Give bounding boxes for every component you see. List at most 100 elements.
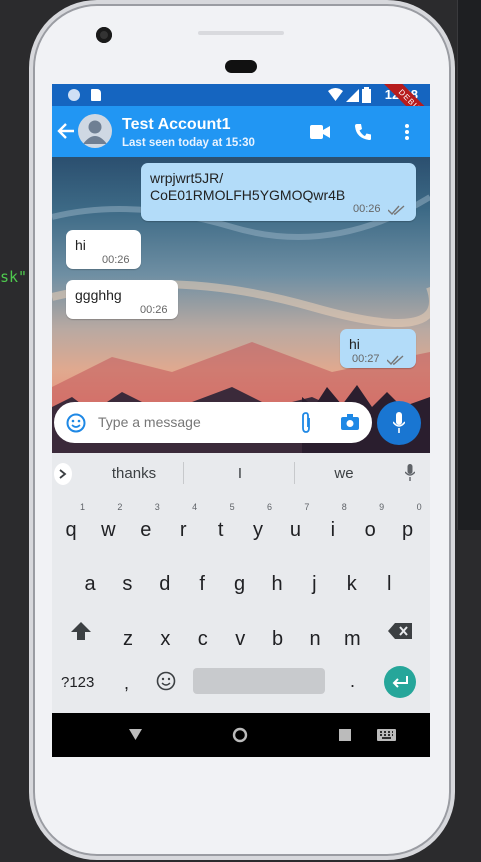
suggestion[interactable]: I (200, 465, 280, 482)
key-label: a (84, 573, 96, 595)
key-hint: 4 (192, 502, 198, 512)
key-g[interactable]: g (225, 559, 255, 607)
mic-icon (393, 412, 405, 433)
key-label: w (101, 519, 116, 541)
key-m[interactable]: m (337, 614, 367, 662)
mic-button[interactable] (377, 401, 421, 445)
message-bubble-incoming[interactable]: hi 00:26 (66, 230, 141, 269)
notification-dot-icon (68, 89, 80, 101)
key-a[interactable]: a (75, 559, 105, 607)
emoji-key-icon[interactable] (156, 671, 176, 691)
key-d[interactable]: d (150, 559, 180, 607)
message-composer (54, 402, 372, 443)
soft-keyboard: thanks I we q1w2e3r4t5y6u7i8o9p0 asdfghj… (52, 453, 430, 713)
message-bubble-outgoing[interactable]: wrpjwrt5JR/ CoE01RMOLFH5YGMOQwr4B 00:26 (141, 163, 416, 221)
message-text: ggghhg (75, 287, 122, 303)
key-j[interactable]: j (299, 559, 329, 607)
chevron-right-icon (59, 469, 67, 479)
navigation-bar (52, 713, 430, 757)
nav-back-icon[interactable] (129, 729, 142, 741)
key-k[interactable]: k (337, 559, 367, 607)
more-vert-icon[interactable] (404, 123, 410, 141)
key-u[interactable]: u7 (280, 502, 310, 553)
key-hint: 2 (117, 502, 123, 512)
expand-button[interactable] (54, 463, 72, 485)
mic-suggest-icon[interactable] (405, 464, 415, 482)
key-b[interactable]: b (263, 614, 293, 662)
message-bubble-outgoing[interactable]: hi 00:27 (340, 329, 416, 368)
key-hint: 3 (154, 502, 160, 512)
key-hint: 0 (416, 502, 422, 512)
key-label: p (402, 519, 414, 541)
battery-icon (362, 87, 371, 103)
divider (294, 462, 295, 484)
suggestion[interactable]: we (304, 465, 384, 482)
key-label: k (346, 573, 357, 595)
key-t[interactable]: t5 (206, 502, 236, 553)
comma-key[interactable]: , (124, 673, 129, 694)
contact-name[interactable]: Test Account1 (122, 116, 230, 134)
key-w[interactable]: w2 (93, 502, 123, 553)
phone-screen: 12:28 DEBUG Test Account1 Last seen toda… (52, 84, 430, 757)
key-label: l (386, 573, 392, 595)
message-text-line: CoE01RMOLFH5YGMOQwr4B (150, 187, 346, 203)
shift-icon[interactable] (70, 621, 92, 641)
key-i[interactable]: i8 (318, 502, 348, 553)
phone-icon[interactable] (354, 123, 372, 141)
enter-key[interactable] (384, 666, 416, 698)
key-v[interactable]: v (225, 614, 255, 662)
key-s[interactable]: s (112, 559, 142, 607)
key-label: o (364, 519, 376, 541)
nav-home-icon[interactable] (232, 727, 248, 743)
key-label: c (197, 628, 208, 650)
speaker (225, 60, 257, 73)
key-label: h (271, 573, 283, 595)
key-l[interactable]: l (374, 559, 404, 607)
key-o[interactable]: o9 (355, 502, 385, 553)
key-label: u (289, 519, 301, 541)
key-hint: 7 (304, 502, 310, 512)
signal-icon (346, 89, 359, 102)
message-text: hi (75, 237, 86, 253)
key-label: v (235, 628, 246, 650)
key-label: g (234, 573, 246, 595)
video-call-icon[interactable] (310, 125, 330, 139)
camera-icon[interactable] (341, 414, 359, 430)
key-p[interactable]: p0 (393, 502, 423, 553)
key-label: r (179, 519, 187, 541)
message-input[interactable] (98, 411, 278, 433)
message-bubble-incoming[interactable]: ggghhg 00:26 (66, 280, 178, 319)
key-e[interactable]: e3 (131, 502, 161, 553)
key-n[interactable]: n (300, 614, 330, 662)
key-c[interactable]: c (188, 614, 218, 662)
key-z[interactable]: z (113, 614, 143, 662)
emoji-icon[interactable] (66, 413, 86, 433)
key-label: t (217, 519, 224, 541)
ide-code-fragment: sk", (0, 268, 37, 286)
nav-keyboard-icon[interactable] (377, 729, 396, 741)
key-label: x (160, 628, 171, 650)
back-arrow-icon[interactable] (57, 123, 75, 139)
suggestion[interactable]: thanks (94, 465, 174, 482)
key-f[interactable]: f (187, 559, 217, 607)
key-hint: 1 (79, 502, 85, 512)
last-seen-text: Last seen today at 15:30 (122, 137, 255, 149)
key-x[interactable]: x (150, 614, 180, 662)
double-check-icon (387, 355, 404, 365)
enter-icon (392, 676, 408, 688)
key-h[interactable]: h (262, 559, 292, 607)
symbols-key[interactable]: ?123 (61, 674, 94, 691)
attach-icon[interactable] (300, 412, 312, 434)
contact-avatar[interactable] (78, 114, 112, 148)
key-q[interactable]: q1 (56, 502, 86, 553)
double-check-icon (388, 205, 405, 215)
key-r[interactable]: r4 (168, 502, 198, 553)
period-key[interactable]: . (350, 671, 355, 692)
divider (183, 462, 184, 484)
backspace-icon[interactable] (388, 623, 412, 639)
nav-recents-icon[interactable] (339, 729, 351, 741)
space-key[interactable] (193, 668, 325, 694)
key-label: j (312, 573, 317, 595)
key-y[interactable]: y6 (243, 502, 273, 553)
key-label: y (253, 519, 263, 541)
